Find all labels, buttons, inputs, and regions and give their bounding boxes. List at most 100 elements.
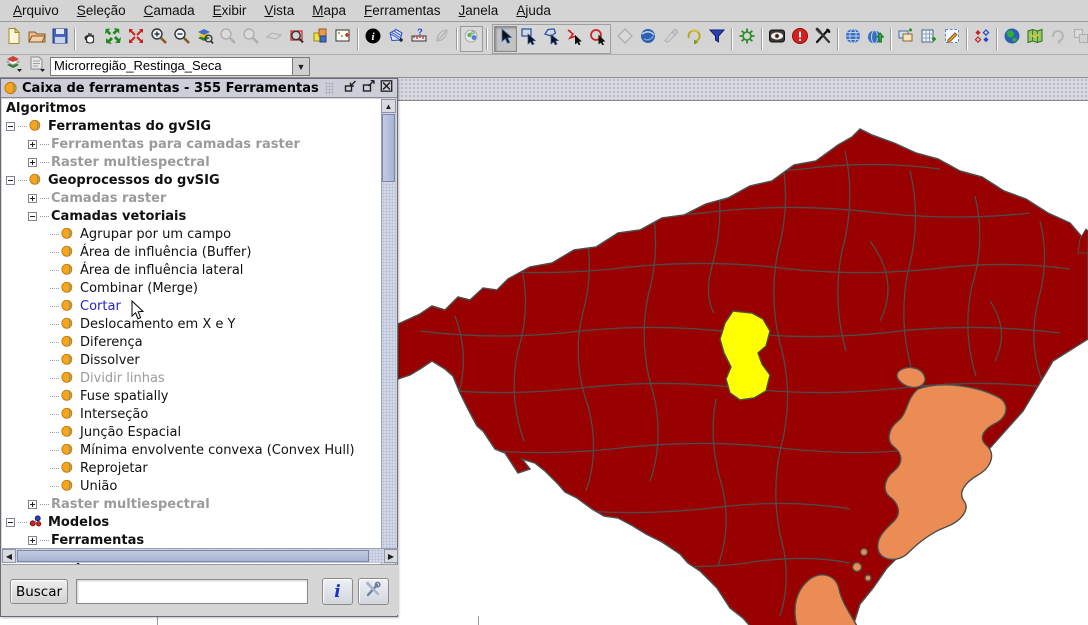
expand-toggle[interactable]: [28, 194, 37, 203]
info-button[interactable]: i: [322, 578, 353, 605]
menu-ferramentas[interactable]: Ferramentas: [355, 1, 450, 20]
tree-root-algoritmos[interactable]: Algoritmos: [2, 99, 384, 117]
expand-toggle[interactable]: [28, 500, 37, 509]
tree-item-camadas-raster[interactable]: Camadas raster: [2, 189, 384, 207]
layer-edit-dropdown[interactable]: [25, 54, 48, 80]
tree-item-ferramentas[interactable]: Ferramentas: [2, 531, 384, 549]
expand-toggle[interactable]: [28, 158, 37, 167]
preferences-tools-button[interactable]: [811, 26, 834, 52]
zoom-previous-button[interactable]: [216, 26, 239, 52]
zoom-back-button[interactable]: [262, 26, 285, 52]
save-button[interactable]: [48, 26, 71, 52]
scroll-left-button[interactable]: ◀: [2, 549, 16, 563]
collapse-toggle[interactable]: [28, 212, 37, 221]
tree-item-area-de-influencia-buffer[interactable]: Área de influência (Buffer): [2, 243, 384, 261]
tree-item-agrupar-por-um-campo[interactable]: Agrupar por um campo: [2, 225, 384, 243]
tree-item-ferramentas-para-camadas-raster[interactable]: Ferramentas para camadas raster: [2, 135, 384, 153]
select-polygon-button[interactable]: [540, 26, 563, 52]
symbology-button[interactable]: [970, 26, 993, 52]
clear-selection-button[interactable]: [659, 26, 682, 52]
zoom-in-button[interactable]: [147, 26, 170, 52]
settings-gear-button[interactable]: [735, 26, 758, 52]
minimize-button[interactable]: [342, 81, 358, 96]
tree-item-camadas-vetoriais[interactable]: Camadas vetoriais: [2, 207, 384, 225]
zooms-manager-button[interactable]: [308, 26, 331, 52]
select-polyline-button[interactable]: [563, 26, 586, 52]
centre-view-button[interactable]: [331, 26, 354, 52]
tree-item-juncao-espacial[interactable]: Junção Espacial: [2, 423, 384, 441]
combo-dropdown-button[interactable]: ▼: [292, 57, 310, 76]
add-layer-button[interactable]: [894, 26, 917, 52]
measure-distance-button[interactable]: ?: [407, 26, 430, 52]
web-map-button[interactable]: [841, 26, 864, 52]
earth-button[interactable]: [1000, 26, 1023, 52]
tree-item-raster-multiespectral[interactable]: Raster multiespectral: [2, 153, 384, 171]
collapse-toggle[interactable]: [6, 176, 15, 185]
select-rectangle-button[interactable]: [517, 26, 540, 52]
error-console-button[interactable]: [788, 26, 811, 52]
collapse-toggle[interactable]: [6, 122, 15, 131]
measure-area-button[interactable]: [384, 26, 407, 52]
menu-camada[interactable]: Camada: [135, 1, 204, 20]
active-layer-value[interactable]: Microrregião_Restinga_Seca: [50, 57, 292, 76]
tree-item-uniao[interactable]: União: [2, 477, 384, 495]
vertical-scroll-thumb[interactable]: [382, 114, 395, 182]
export-map-button[interactable]: [864, 26, 887, 52]
zoom-manage-button[interactable]: [124, 26, 147, 52]
group-layers-button[interactable]: [1069, 26, 1088, 52]
tree-item-geoprocessos-do-gvsig[interactable]: Geoprocessos do gvSIG: [2, 171, 384, 189]
horizontal-scroll-thumb[interactable]: [17, 550, 369, 562]
add-event-theme-button[interactable]: [917, 26, 940, 52]
toolbox-title-bar[interactable]: Caixa de ferramentas - 355 Ferramentas: [1, 79, 397, 98]
geoprocess-toolbox-button[interactable]: [460, 26, 483, 52]
layer-visibility-dropdown[interactable]: [2, 54, 25, 80]
view-properties-button[interactable]: [765, 26, 788, 52]
select-point-button[interactable]: [494, 26, 517, 52]
scroll-up-button[interactable]: ▲: [381, 99, 396, 113]
tree-item-reprojetar[interactable]: Reprojetar: [2, 459, 384, 477]
new-document-button[interactable]: [2, 26, 25, 52]
menu-arquivo[interactable]: Arquivo: [4, 1, 68, 20]
hyperlink-button[interactable]: [430, 26, 453, 52]
zoom-extent-button[interactable]: [101, 26, 124, 52]
tree-item-area-de-influencia-lateral[interactable]: Área de influência lateral: [2, 261, 384, 279]
edit-vertex-button[interactable]: [940, 26, 963, 52]
tree-item-dividir-linhas[interactable]: Dividir linhas: [2, 369, 384, 387]
tree-horizontal-scrollbar[interactable]: ◀ ▶: [2, 548, 398, 563]
tree-item-dissolver[interactable]: Dissolver: [2, 351, 384, 369]
tree-item-raster-multiespectral[interactable]: Raster multiespectral: [2, 495, 384, 513]
zoom-selection-button[interactable]: [285, 26, 308, 52]
tree-item-ferramentas-do-gvsig[interactable]: Ferramentas do gvSIG: [2, 117, 384, 135]
refresh-button[interactable]: [1046, 26, 1069, 52]
close-button[interactable]: [378, 81, 394, 96]
tree-vertical-scrollbar[interactable]: ▲ ▼: [381, 99, 396, 565]
info-tool-button[interactable]: i: [361, 26, 384, 52]
tree-item-diferenca[interactable]: Diferença: [2, 333, 384, 351]
buscar-button[interactable]: Buscar: [10, 579, 68, 604]
configure-tools-button[interactable]: [358, 578, 389, 605]
tree-item-minima-envolvente-convexa-convex-hull[interactable]: Mínima envolvente convexa (Convex Hull): [2, 441, 384, 459]
active-layer-combobox[interactable]: Microrregião_Restinga_Seca ▼: [50, 57, 310, 76]
menu-ajuda[interactable]: Ajuda: [507, 1, 560, 20]
collapse-toggle[interactable]: [6, 518, 15, 527]
filter-button[interactable]: [705, 26, 728, 52]
zoom-out-button[interactable]: [170, 26, 193, 52]
menu-exibir[interactable]: Exibir: [204, 1, 256, 20]
maximize-button[interactable]: [360, 81, 376, 96]
menu-mapa[interactable]: Mapa: [303, 1, 355, 20]
tree-item-cortar[interactable]: Cortar: [2, 297, 384, 315]
undo-redo-button[interactable]: [682, 26, 705, 52]
menu-janela[interactable]: Janela: [450, 1, 508, 20]
pan-button[interactable]: [78, 26, 101, 52]
map-sheet-button[interactable]: [1023, 26, 1046, 52]
tree-item-combinar-merge[interactable]: Combinar (Merge): [2, 279, 384, 297]
tree-item-deslocamento-em-x-e-y[interactable]: Deslocamento em X e Y: [2, 315, 384, 333]
menu-selecao[interactable]: Seleção: [68, 1, 135, 20]
tree-item-modelos[interactable]: Modelos: [2, 513, 384, 531]
open-project-button[interactable]: [25, 26, 48, 52]
scroll-right-button[interactable]: ▶: [384, 549, 398, 563]
search-input[interactable]: [76, 579, 308, 604]
expand-toggle[interactable]: [28, 536, 37, 545]
zoom-layers-button[interactable]: [193, 26, 216, 52]
menu-vista[interactable]: Vista: [255, 1, 303, 20]
